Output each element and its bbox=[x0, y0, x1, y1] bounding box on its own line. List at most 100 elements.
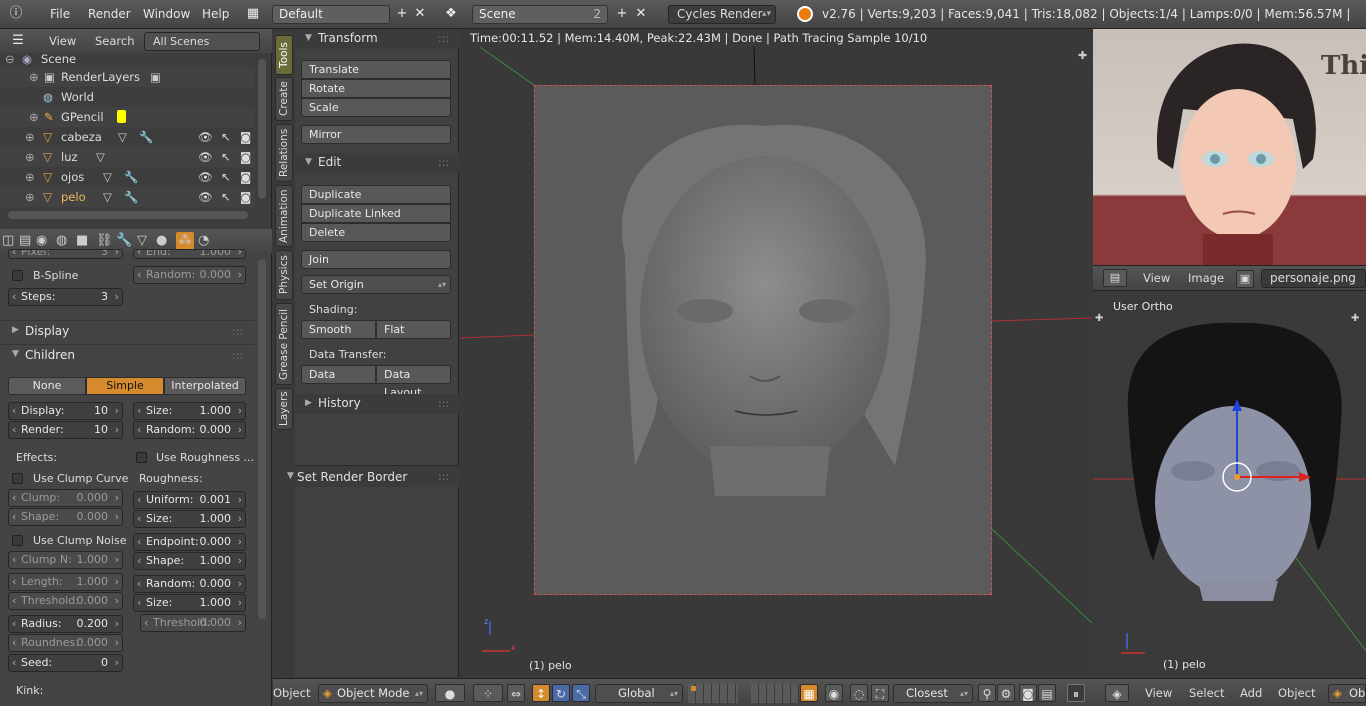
add-menu[interactable]: Add bbox=[1240, 686, 1262, 700]
use-clump-curve-checkbox[interactable] bbox=[12, 473, 23, 484]
tab-grease-pencil[interactable]: Grease Pencil bbox=[275, 303, 293, 385]
menu-help[interactable]: Help bbox=[202, 0, 229, 29]
view-menu[interactable]: View bbox=[1145, 686, 1172, 700]
transform-orientation-select[interactable]: Global ▴▾ bbox=[595, 684, 683, 703]
data-button[interactable]: Data bbox=[301, 365, 376, 384]
radius-field[interactable]: Radius: 0.200 bbox=[8, 615, 123, 633]
uniform-size-field[interactable]: Size: 1.000 bbox=[133, 510, 246, 528]
remove-layout-icon[interactable]: ✕ bbox=[410, 4, 430, 24]
cursor-icon[interactable]: ↖ bbox=[221, 127, 231, 147]
delete-button[interactable]: Delete bbox=[301, 223, 451, 242]
opengl-render-icon[interactable]: ◙ bbox=[1019, 684, 1037, 702]
render-engine-select[interactable]: Cycles Render ▴▾ bbox=[668, 5, 776, 24]
image-image-menu[interactable]: Image bbox=[1188, 271, 1224, 285]
cursor-icon[interactable]: ↖ bbox=[221, 187, 231, 207]
image-name-field[interactable]: personaje.png bbox=[1261, 269, 1366, 288]
render-camera-icon[interactable]: ⚙ bbox=[997, 684, 1015, 702]
screen-layout-field[interactable]: Default bbox=[272, 5, 390, 24]
tab-physics[interactable]: Physics bbox=[275, 250, 293, 300]
collapse-icon[interactable]: ⊖ bbox=[5, 49, 15, 69]
use-roughness-curve-checkbox[interactable] bbox=[136, 452, 147, 463]
length-field[interactable]: Length: 1.000 bbox=[8, 573, 123, 591]
remove-scene-icon[interactable]: ✕ bbox=[631, 4, 651, 24]
add-layout-icon[interactable]: + bbox=[392, 4, 412, 24]
tab-tools[interactable]: Tools bbox=[275, 35, 293, 75]
drag-handle-icon[interactable]: ::: bbox=[438, 470, 449, 483]
pixel-field[interactable]: Pixel: 3 bbox=[8, 249, 123, 259]
scene-field[interactable]: Scene 2 bbox=[472, 5, 608, 24]
outliner-row-cabeza[interactable]: ⊕ ▽ cabeza ▽ 🔧 👁 ↖ ◙ bbox=[0, 127, 255, 147]
image-editor-type-icon[interactable]: ▤ bbox=[1103, 269, 1127, 287]
eye-icon[interactable]: 👁 bbox=[198, 167, 213, 187]
outliner-row-gpencil[interactable]: ⊕ ✎ GPencil bbox=[0, 107, 255, 127]
duplicate-linked-button[interactable]: Duplicate Linked bbox=[301, 204, 451, 223]
eye-icon[interactable]: 👁 bbox=[198, 127, 213, 147]
pivot-point-select[interactable]: ⁘ bbox=[473, 684, 503, 702]
child-type-simple[interactable]: Simple bbox=[86, 377, 164, 395]
use-clump-noise-checkbox[interactable] bbox=[12, 535, 23, 546]
tab-relations[interactable]: Relations bbox=[275, 124, 293, 182]
child-type-none[interactable]: None bbox=[8, 377, 86, 395]
set-render-border-panel[interactable]: ▼ Set Render Border::: bbox=[287, 465, 459, 487]
tab-create[interactable]: Create bbox=[275, 77, 293, 121]
manipulator-toggle-icon[interactable]: ⇔ bbox=[507, 684, 525, 702]
pause-render-icon[interactable]: ⏸ bbox=[1067, 684, 1085, 702]
object-menu[interactable]: Object bbox=[273, 686, 310, 700]
camera-icon[interactable]: ◙ bbox=[240, 187, 251, 207]
outliner-row-world[interactable]: ◍ World bbox=[0, 87, 255, 107]
render-only-icon[interactable]: ◉ bbox=[825, 684, 843, 702]
roundness-field[interactable]: Roundnes:0.000 bbox=[8, 634, 123, 652]
endpoint-field[interactable]: Endpoint:0.000 bbox=[133, 533, 246, 551]
expand-icon[interactable]: ⊕ bbox=[25, 167, 35, 187]
editor-type-icon[interactable]: ◈ bbox=[1105, 684, 1129, 702]
expand-icon[interactable]: ⊕ bbox=[25, 187, 35, 207]
random-field[interactable]: Random:0.000 bbox=[133, 266, 246, 284]
children-panel-header[interactable]: ▼ Children::: bbox=[0, 344, 255, 366]
layers-grid-2[interactable] bbox=[751, 684, 799, 703]
viewport-plus-icon[interactable]: ✚ bbox=[1078, 49, 1087, 62]
snap-target-select[interactable]: Closest ▴▾ bbox=[893, 684, 973, 703]
viewport-plus-icon[interactable]: ✚ bbox=[1351, 313, 1359, 324]
outliner-view-menu[interactable]: View bbox=[49, 34, 76, 48]
outliner-row-pelo[interactable]: ⊕ ▽ pelo ▽ 🔧 👁 ↖ ◙ bbox=[0, 187, 255, 207]
display-amount-field[interactable]: Display: 10 bbox=[8, 402, 123, 420]
endpoint-shape-field[interactable]: Shape: 1.000 bbox=[133, 552, 246, 570]
expand-icon[interactable]: ⊕ bbox=[29, 67, 39, 87]
expand-icon[interactable]: ⊕ bbox=[25, 147, 35, 167]
rotate-button[interactable]: Rotate bbox=[301, 79, 451, 98]
menu-window[interactable]: Window bbox=[143, 0, 190, 29]
drag-handle-icon[interactable]: ::: bbox=[232, 325, 243, 338]
viewport-plus-icon[interactable]: ✚ bbox=[1095, 313, 1103, 324]
tab-animation[interactable]: Animation bbox=[275, 185, 293, 247]
length-threshold-field[interactable]: Threshold:0.000 bbox=[8, 592, 123, 610]
transform-panel-header[interactable]: ▼ Transform::: bbox=[295, 29, 459, 49]
properties-scrollbar[interactable] bbox=[258, 259, 266, 619]
eye-icon[interactable]: 👁 bbox=[198, 147, 213, 167]
roughness-threshold-field[interactable]: Threshold:0.000 bbox=[140, 614, 246, 632]
random-size-field[interactable]: Random:0.000 bbox=[133, 421, 246, 439]
random-roughness-field[interactable]: Random:0.000 bbox=[133, 575, 246, 593]
menu-render[interactable]: Render bbox=[88, 0, 131, 29]
drag-handle-icon[interactable]: ::: bbox=[438, 32, 449, 45]
shape-field[interactable]: Shape: 0.000 bbox=[8, 508, 123, 526]
bspline-checkbox[interactable] bbox=[12, 270, 23, 281]
expand-icon[interactable]: ⊕ bbox=[29, 107, 39, 127]
camera-icon[interactable]: ◙ bbox=[240, 147, 251, 167]
outliner-row-luz[interactable]: ⊕ ▽ luz ▽ 👁 ↖ ◙ bbox=[0, 147, 255, 167]
image-browse-icon[interactable]: ▣ bbox=[1236, 270, 1254, 288]
smooth-button[interactable]: Smooth bbox=[301, 320, 376, 339]
eye-icon[interactable]: 👁 bbox=[198, 187, 213, 207]
clump-field[interactable]: Clump: 0.000 bbox=[8, 489, 123, 507]
editor-type-icon[interactable]: ☰ bbox=[8, 31, 28, 51]
outliner-scrollbar[interactable] bbox=[258, 59, 266, 199]
expand-icon[interactable]: ⊕ bbox=[25, 127, 35, 147]
info-editor-icon[interactable]: ⓘ bbox=[6, 4, 26, 24]
opengl-anim-icon[interactable]: ▤ bbox=[1038, 684, 1056, 702]
cursor-icon[interactable]: ↖ bbox=[221, 167, 231, 187]
viewport-shading-select[interactable]: ● bbox=[435, 684, 465, 702]
join-button[interactable]: Join bbox=[301, 250, 451, 269]
outliner-hscrollbar[interactable] bbox=[8, 211, 248, 219]
rotate-manipulator-icon[interactable]: ↻ bbox=[552, 684, 570, 702]
snap-element-icon[interactable]: ⚲ bbox=[978, 684, 996, 702]
mode-select-2[interactable]: ◈ Obj bbox=[1328, 684, 1366, 703]
